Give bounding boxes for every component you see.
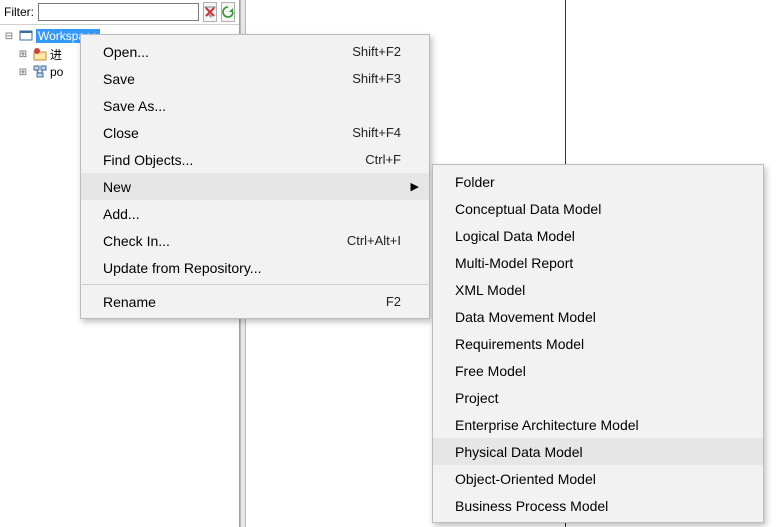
tree-item-label: 进 xyxy=(50,46,62,63)
menu-item-close[interactable]: Close Shift+F4 xyxy=(81,119,429,146)
menu-item-shortcut: Shift+F2 xyxy=(352,44,401,59)
menu-item-label: Enterprise Architecture Model xyxy=(455,417,735,433)
menu-item-multi-model-report[interactable]: Multi-Model Report xyxy=(433,249,763,276)
menu-item-label: XML Model xyxy=(455,282,735,298)
menu-item-label: Update from Repository... xyxy=(103,260,401,276)
expand-icon[interactable]: ⊞ xyxy=(16,49,30,60)
filter-bar: Filter: xyxy=(0,0,239,25)
menu-item-shortcut: Shift+F3 xyxy=(352,71,401,86)
menu-item-label: Data Movement Model xyxy=(455,309,735,325)
menu-item-save[interactable]: Save Shift+F3 xyxy=(81,65,429,92)
remove-filter-icon xyxy=(204,6,216,18)
menu-item-label: Requirements Model xyxy=(455,336,735,352)
filter-input[interactable] xyxy=(38,3,199,21)
menu-separator xyxy=(82,284,428,285)
menu-item-label: Folder xyxy=(455,174,735,190)
workspace-icon xyxy=(18,28,34,44)
menu-item-label: Free Model xyxy=(455,363,735,379)
menu-item-check-in[interactable]: Check In... Ctrl+Alt+I xyxy=(81,227,429,254)
menu-item-physical-data-model[interactable]: Physical Data Model xyxy=(433,438,763,465)
menu-item-folder[interactable]: Folder xyxy=(433,168,763,195)
menu-item-project[interactable]: Project xyxy=(433,384,763,411)
menu-item-update-repository[interactable]: Update from Repository... xyxy=(81,254,429,281)
menu-item-label: Object-Oriented Model xyxy=(455,471,735,487)
menu-item-xml-model[interactable]: XML Model xyxy=(433,276,763,303)
menu-item-label: Project xyxy=(455,390,735,406)
menu-item-label: Business Process Model xyxy=(455,498,735,514)
menu-item-label: Rename xyxy=(103,294,386,310)
menu-item-label: New xyxy=(103,179,401,195)
menu-item-rename[interactable]: Rename F2 xyxy=(81,288,429,315)
submenu-arrow-icon: ▶ xyxy=(411,180,419,193)
filter-label: Filter: xyxy=(4,5,34,19)
remove-filter-button[interactable] xyxy=(203,2,217,22)
menu-item-new[interactable]: New ▶ xyxy=(81,173,429,200)
menu-item-object-oriented-model[interactable]: Object-Oriented Model xyxy=(433,465,763,492)
menu-item-label: Open... xyxy=(103,44,352,60)
expand-icon[interactable]: ⊟ xyxy=(2,31,16,42)
menu-item-shortcut: F2 xyxy=(386,294,401,309)
menu-item-label: Physical Data Model xyxy=(455,444,735,460)
menu-item-label: Multi-Model Report xyxy=(455,255,735,271)
menu-item-label: Save As... xyxy=(103,98,401,114)
menu-item-data-movement-model[interactable]: Data Movement Model xyxy=(433,303,763,330)
expand-icon[interactable]: ⊞ xyxy=(16,67,30,78)
context-menu: Open... Shift+F2 Save Shift+F3 Save As..… xyxy=(80,34,430,319)
menu-item-requirements-model[interactable]: Requirements Model xyxy=(433,330,763,357)
menu-item-shortcut: Ctrl+Alt+I xyxy=(347,233,401,248)
menu-item-business-process-model[interactable]: Business Process Model xyxy=(433,492,763,519)
menu-item-shortcut: Ctrl+F xyxy=(365,152,401,167)
menu-item-add[interactable]: Add... xyxy=(81,200,429,227)
menu-item-label: Add... xyxy=(103,206,401,222)
tree-item-label: po xyxy=(50,65,63,79)
menu-item-label: Check In... xyxy=(103,233,347,249)
menu-item-label: Close xyxy=(103,125,352,141)
menu-item-find-objects[interactable]: Find Objects... Ctrl+F xyxy=(81,146,429,173)
diagram-icon xyxy=(32,64,48,80)
menu-item-conceptual-data-model[interactable]: Conceptual Data Model xyxy=(433,195,763,222)
menu-item-open[interactable]: Open... Shift+F2 xyxy=(81,38,429,65)
menu-item-label: Conceptual Data Model xyxy=(455,201,735,217)
menu-item-save-as[interactable]: Save As... xyxy=(81,92,429,119)
menu-item-label: Find Objects... xyxy=(103,152,365,168)
model-icon xyxy=(32,46,48,62)
menu-item-shortcut: Shift+F4 xyxy=(352,125,401,140)
menu-item-label: Save xyxy=(103,71,352,87)
menu-item-free-model[interactable]: Free Model xyxy=(433,357,763,384)
submenu-new: Folder Conceptual Data Model Logical Dat… xyxy=(432,164,764,523)
refresh-button[interactable] xyxy=(221,2,235,22)
menu-item-enterprise-architecture-model[interactable]: Enterprise Architecture Model xyxy=(433,411,763,438)
menu-item-label: Logical Data Model xyxy=(455,228,735,244)
menu-item-logical-data-model[interactable]: Logical Data Model xyxy=(433,222,763,249)
refresh-icon xyxy=(222,6,234,18)
